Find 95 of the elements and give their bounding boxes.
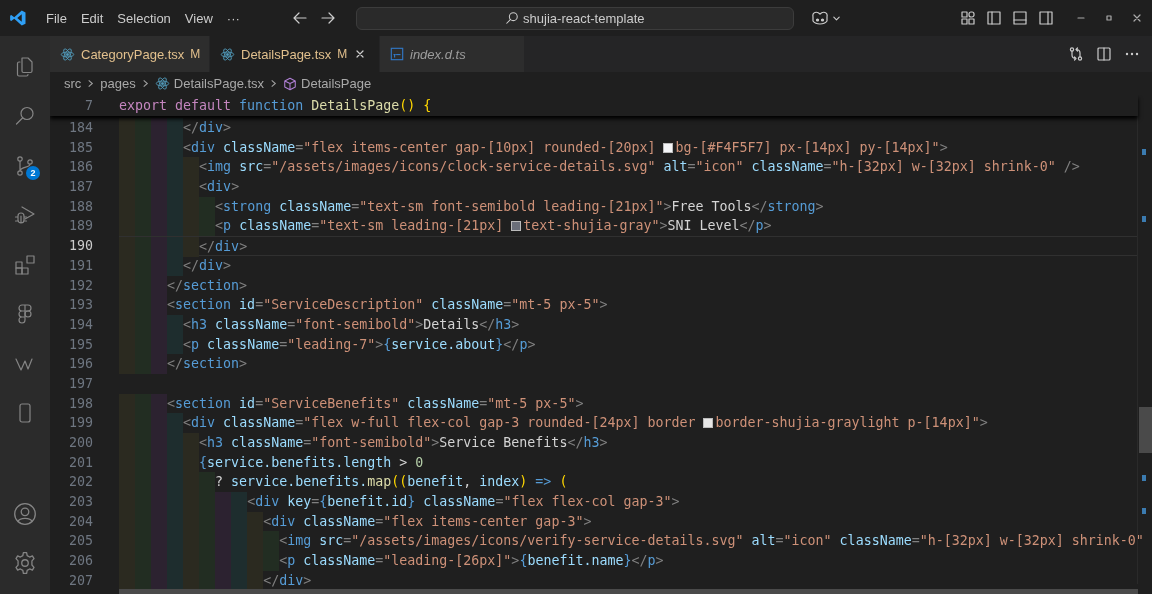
breadcrumb-item[interactable]: DetailsPage.tsx: [173, 76, 265, 91]
customize-layout-icon[interactable]: [960, 10, 976, 26]
line-number: 195: [67, 335, 93, 354]
blocks-icon[interactable]: [13, 252, 37, 277]
cube-icon: [283, 76, 298, 91]
modified-indicator: M: [190, 47, 201, 61]
line-number: 199: [67, 414, 93, 433]
line-number: 206: [67, 552, 93, 571]
code-line: <p className="text-sm leading-[21px] text-shujia-gray">SNI Level</p>: [215, 217, 772, 236]
react-atom-icon: [60, 46, 75, 62]
toggle-sidebar-icon[interactable]: [986, 10, 1002, 26]
code-line: <div className="flex items-center gap-3">: [263, 512, 592, 531]
chevron-icon: [269, 79, 279, 88]
line-number: 207: [67, 571, 93, 590]
line-number: 204: [67, 512, 93, 531]
line-number: 186: [67, 158, 93, 177]
forward-arrow-icon[interactable]: [319, 10, 336, 26]
account-icon[interactable]: [12, 500, 38, 527]
react-atom-icon: [220, 46, 235, 62]
line-number: 190: [67, 237, 93, 256]
scrollbar-thumb[interactable]: [119, 589, 1138, 594]
react-atom-icon: [154, 76, 170, 91]
toggle-secondary-sidebar-icon[interactable]: [1038, 10, 1054, 26]
code-line: <section id="ServiceBenefits" className="mt-5 px-5">: [167, 394, 584, 413]
code-line: </div>: [263, 571, 312, 590]
scrollbar-thumb[interactable]: [1139, 407, 1152, 453]
split-editor-icon[interactable]: [1096, 46, 1112, 62]
code-line: <div>: [199, 178, 240, 197]
compare-changes-icon[interactable]: [1068, 46, 1084, 62]
line-number: 203: [67, 493, 93, 512]
tab-label: CategoryPage.tsx: [81, 46, 185, 62]
code-line: ? service.benefits.map((benefit, index) => (: [215, 473, 568, 492]
line-number: 201: [67, 453, 93, 472]
code-line: <div className="flex w-full flex-col gap-3 rounded-[24px] border border-shujia-graylight p-[14px]">: [183, 414, 988, 433]
line-number: 202: [67, 473, 93, 492]
code-line: </div>: [199, 238, 248, 255]
search-icon: [505, 11, 520, 25]
app-logo-icon: [9, 9, 27, 27]
editor-tab[interactable]: index.d.ts: [380, 36, 525, 72]
code-line: <img src="/assets/images/icons/clock-service-details.svg" alt="icon" className="h-[32px] w-[32px] shrink-0" />: [199, 158, 1080, 177]
code-line: </div>: [183, 256, 232, 275]
line-number: 194: [67, 315, 93, 334]
code-line: <p className="leading-[26px]">{benefit.name}</p>: [279, 552, 664, 571]
line-number: 189: [67, 217, 93, 236]
modified-indicator: M: [337, 47, 348, 61]
more-menu[interactable]: ···: [219, 7, 247, 29]
line-number: 187: [67, 178, 93, 197]
breadcrumb-item[interactable]: DetailsPage: [301, 76, 372, 91]
menu-item[interactable]: View: [177, 7, 220, 29]
line-number: 193: [67, 296, 93, 315]
code-line: <strong className="text-sm font-semibold leading-[21px]">Free Tools</strong>: [215, 197, 824, 216]
line-number: 200: [67, 434, 93, 452]
code-line: </div>: [183, 119, 232, 137]
code-line: </section>: [167, 276, 248, 295]
code-line: <img src="/assets/images/icons/verify-service-details.svg" alt="icon" className="h-[32px] w-[32px] shrink-0": [279, 532, 1144, 551]
chevron-icon: [86, 79, 96, 88]
line-number: 196: [67, 355, 93, 374]
count-badge: 2: [26, 166, 40, 180]
code-line: {service.benefits.length > 0: [199, 453, 424, 472]
menu-item[interactable]: File: [39, 7, 74, 29]
back-arrow-icon[interactable]: [291, 10, 308, 26]
code-line: <h3 className="font-semibold">Service Benefits</h3>: [199, 434, 608, 452]
code-line: <div key={benefit.id} className="flex flex-col gap-3">: [247, 493, 680, 512]
breadcrumb-item[interactable]: pages: [100, 76, 136, 91]
line-number: 198: [67, 394, 93, 413]
close-icon[interactable]: [1132, 13, 1142, 23]
toggle-panel-icon[interactable]: [1012, 10, 1028, 26]
code-line: <div className="flex items-center gap-[10px] rounded-[20px] bg-[#F4F5F7] px-[14px] py-[14px]">: [183, 138, 948, 157]
code-line: <h3 className="font-semibold">Details</h3>: [183, 315, 520, 334]
code-line: <section id="ServiceDescription" className="mt-5 px-5">: [167, 296, 608, 315]
code-line: </section>: [167, 355, 248, 374]
line-number: 184: [67, 119, 93, 137]
menu-item[interactable]: Selection: [110, 7, 178, 29]
menu-item[interactable]: Edit: [73, 7, 111, 29]
editor-tab[interactable]: CategoryPage.tsx M: [50, 36, 210, 72]
line-number: 197: [67, 374, 93, 393]
copilot-icon: [809, 10, 830, 26]
close-icon[interactable]: [355, 49, 366, 59]
restore-icon[interactable]: [1104, 13, 1114, 23]
tab-label: DetailsPage.tsx: [241, 46, 332, 62]
code-line: export default function DetailsPage() {: [119, 97, 432, 115]
indent-guides: [119, 118, 184, 138]
line-number: 205: [67, 532, 93, 551]
settings-icon[interactable]: [12, 550, 38, 577]
line-number: 192: [67, 276, 93, 295]
line-number: 7: [84, 97, 93, 115]
command-center-search[interactable]: shujia-react-template: [355, 6, 794, 30]
code-line: <p className="leading-7">{service.about}</p>: [183, 335, 536, 354]
tab-label: index.d.ts: [410, 46, 466, 62]
line-number: 191: [67, 256, 93, 275]
line-number: 185: [67, 138, 93, 157]
ts-file-icon: [390, 47, 404, 61]
editor-tab[interactable]: DetailsPage.tsx M: [210, 36, 380, 72]
line-number: 188: [67, 197, 93, 216]
breadcrumb-item[interactable]: src: [64, 76, 82, 91]
